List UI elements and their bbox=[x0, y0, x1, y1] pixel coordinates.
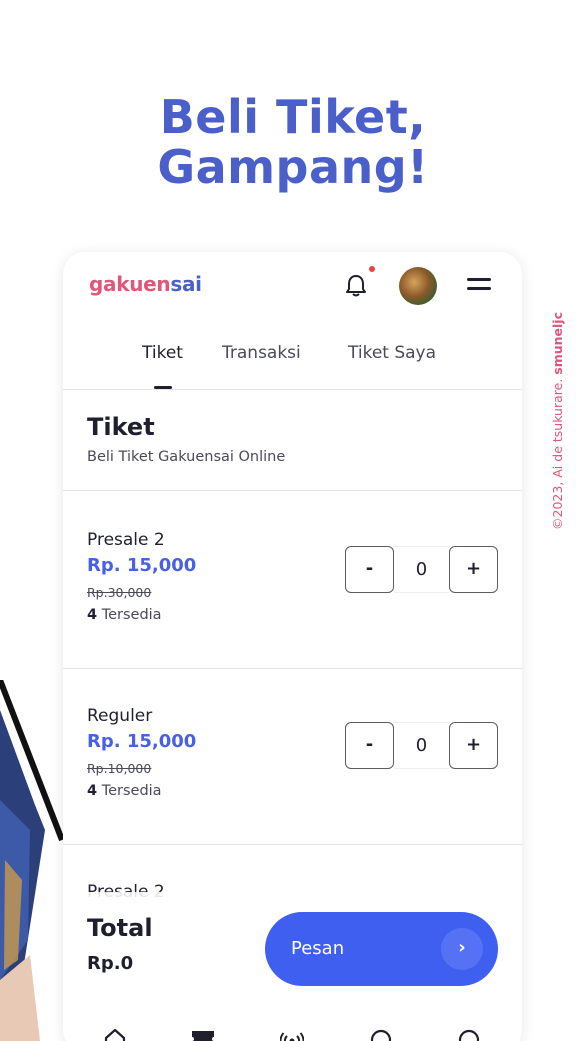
ticket-stock: 4 Tersedia bbox=[87, 783, 162, 799]
ticket-name: Presale 2 bbox=[87, 530, 165, 550]
hamburger-menu-icon[interactable] bbox=[467, 278, 491, 292]
logo-part-1: gakuen bbox=[89, 272, 171, 296]
bell-icon[interactable] bbox=[345, 274, 367, 298]
tab-bar: Tiket Transaksi Tiket Saya bbox=[63, 332, 522, 390]
ticket-icon[interactable] bbox=[191, 1027, 215, 1041]
logo-part-2: sai bbox=[170, 272, 202, 296]
quantity-value[interactable]: 0 bbox=[394, 546, 449, 593]
total-label: Total bbox=[87, 914, 153, 942]
section-title: Tiket bbox=[87, 413, 155, 441]
ticket-name: Reguler bbox=[87, 706, 153, 726]
decrement-button[interactable]: - bbox=[345, 722, 394, 769]
total-value: Rp.0 bbox=[87, 953, 134, 974]
stock-count: 4 bbox=[87, 783, 98, 799]
section-header: Tiket Beli Tiket Gakuensai Online bbox=[63, 391, 522, 491]
ticket-old-price: Rp.30,000 bbox=[87, 585, 152, 600]
active-tab-indicator bbox=[154, 386, 172, 389]
ticket-item: Reguler Rp. 15,000 Rp.10,000 4 Tersedia … bbox=[63, 668, 522, 845]
stock-count: 4 bbox=[87, 607, 98, 623]
tab-tiket[interactable]: Tiket bbox=[142, 343, 183, 363]
circle-icon[interactable] bbox=[369, 1027, 393, 1041]
ticket-price: Rp. 15,000 bbox=[87, 555, 197, 576]
increment-button[interactable]: + bbox=[449, 546, 498, 593]
section-subtitle: Beli Tiket Gakuensai Online bbox=[87, 449, 286, 465]
chevron-right-icon: › bbox=[441, 928, 483, 970]
headline: Beli Tiket, Gampang! bbox=[0, 92, 586, 192]
home-icon[interactable] bbox=[103, 1027, 127, 1041]
decrement-button[interactable]: - bbox=[345, 546, 394, 593]
app-header: gakuensai bbox=[63, 252, 522, 322]
order-button[interactable]: Pesan › bbox=[265, 912, 498, 986]
avatar[interactable] bbox=[399, 267, 437, 305]
notification-dot bbox=[369, 266, 375, 272]
quantity-stepper: - 0 + bbox=[345, 722, 498, 770]
stock-label: Tersedia bbox=[97, 607, 162, 623]
order-footer: Total Rp.0 Pesan › bbox=[63, 892, 522, 1041]
tab-tiket-saya[interactable]: Tiket Saya bbox=[348, 343, 436, 363]
increment-button[interactable]: + bbox=[449, 722, 498, 769]
phone-frame: gakuensai Tiket Transaksi Tiket Saya Tik… bbox=[63, 252, 522, 1041]
quantity-value[interactable]: 0 bbox=[394, 722, 449, 769]
app-logo[interactable]: gakuensai bbox=[89, 272, 202, 296]
tab-transaksi[interactable]: Transaksi bbox=[222, 343, 301, 363]
copyright-credit: ©2023, Ai de tsukurare. smuneljc bbox=[548, 290, 568, 530]
ticket-price: Rp. 15,000 bbox=[87, 731, 197, 752]
headline-line-2: Gampang! bbox=[157, 140, 429, 194]
profile-icon[interactable] bbox=[457, 1027, 481, 1041]
order-button-label: Pesan bbox=[291, 938, 345, 959]
credit-author: smuneljc bbox=[550, 311, 565, 375]
credit-prefix: ©2023, Ai de tsukurare. bbox=[550, 374, 565, 530]
quantity-stepper: - 0 + bbox=[345, 546, 498, 594]
ticket-stock: 4 Tersedia bbox=[87, 607, 162, 623]
stock-label: Tersedia bbox=[97, 783, 162, 799]
ticket-old-price: Rp.10,000 bbox=[87, 761, 152, 776]
ticket-item: Presale 2 Rp. 15,000 Rp.30,000 4 Tersedi… bbox=[63, 492, 522, 669]
broadcast-icon[interactable] bbox=[280, 1027, 304, 1041]
headline-line-1: Beli Tiket, bbox=[159, 90, 427, 144]
